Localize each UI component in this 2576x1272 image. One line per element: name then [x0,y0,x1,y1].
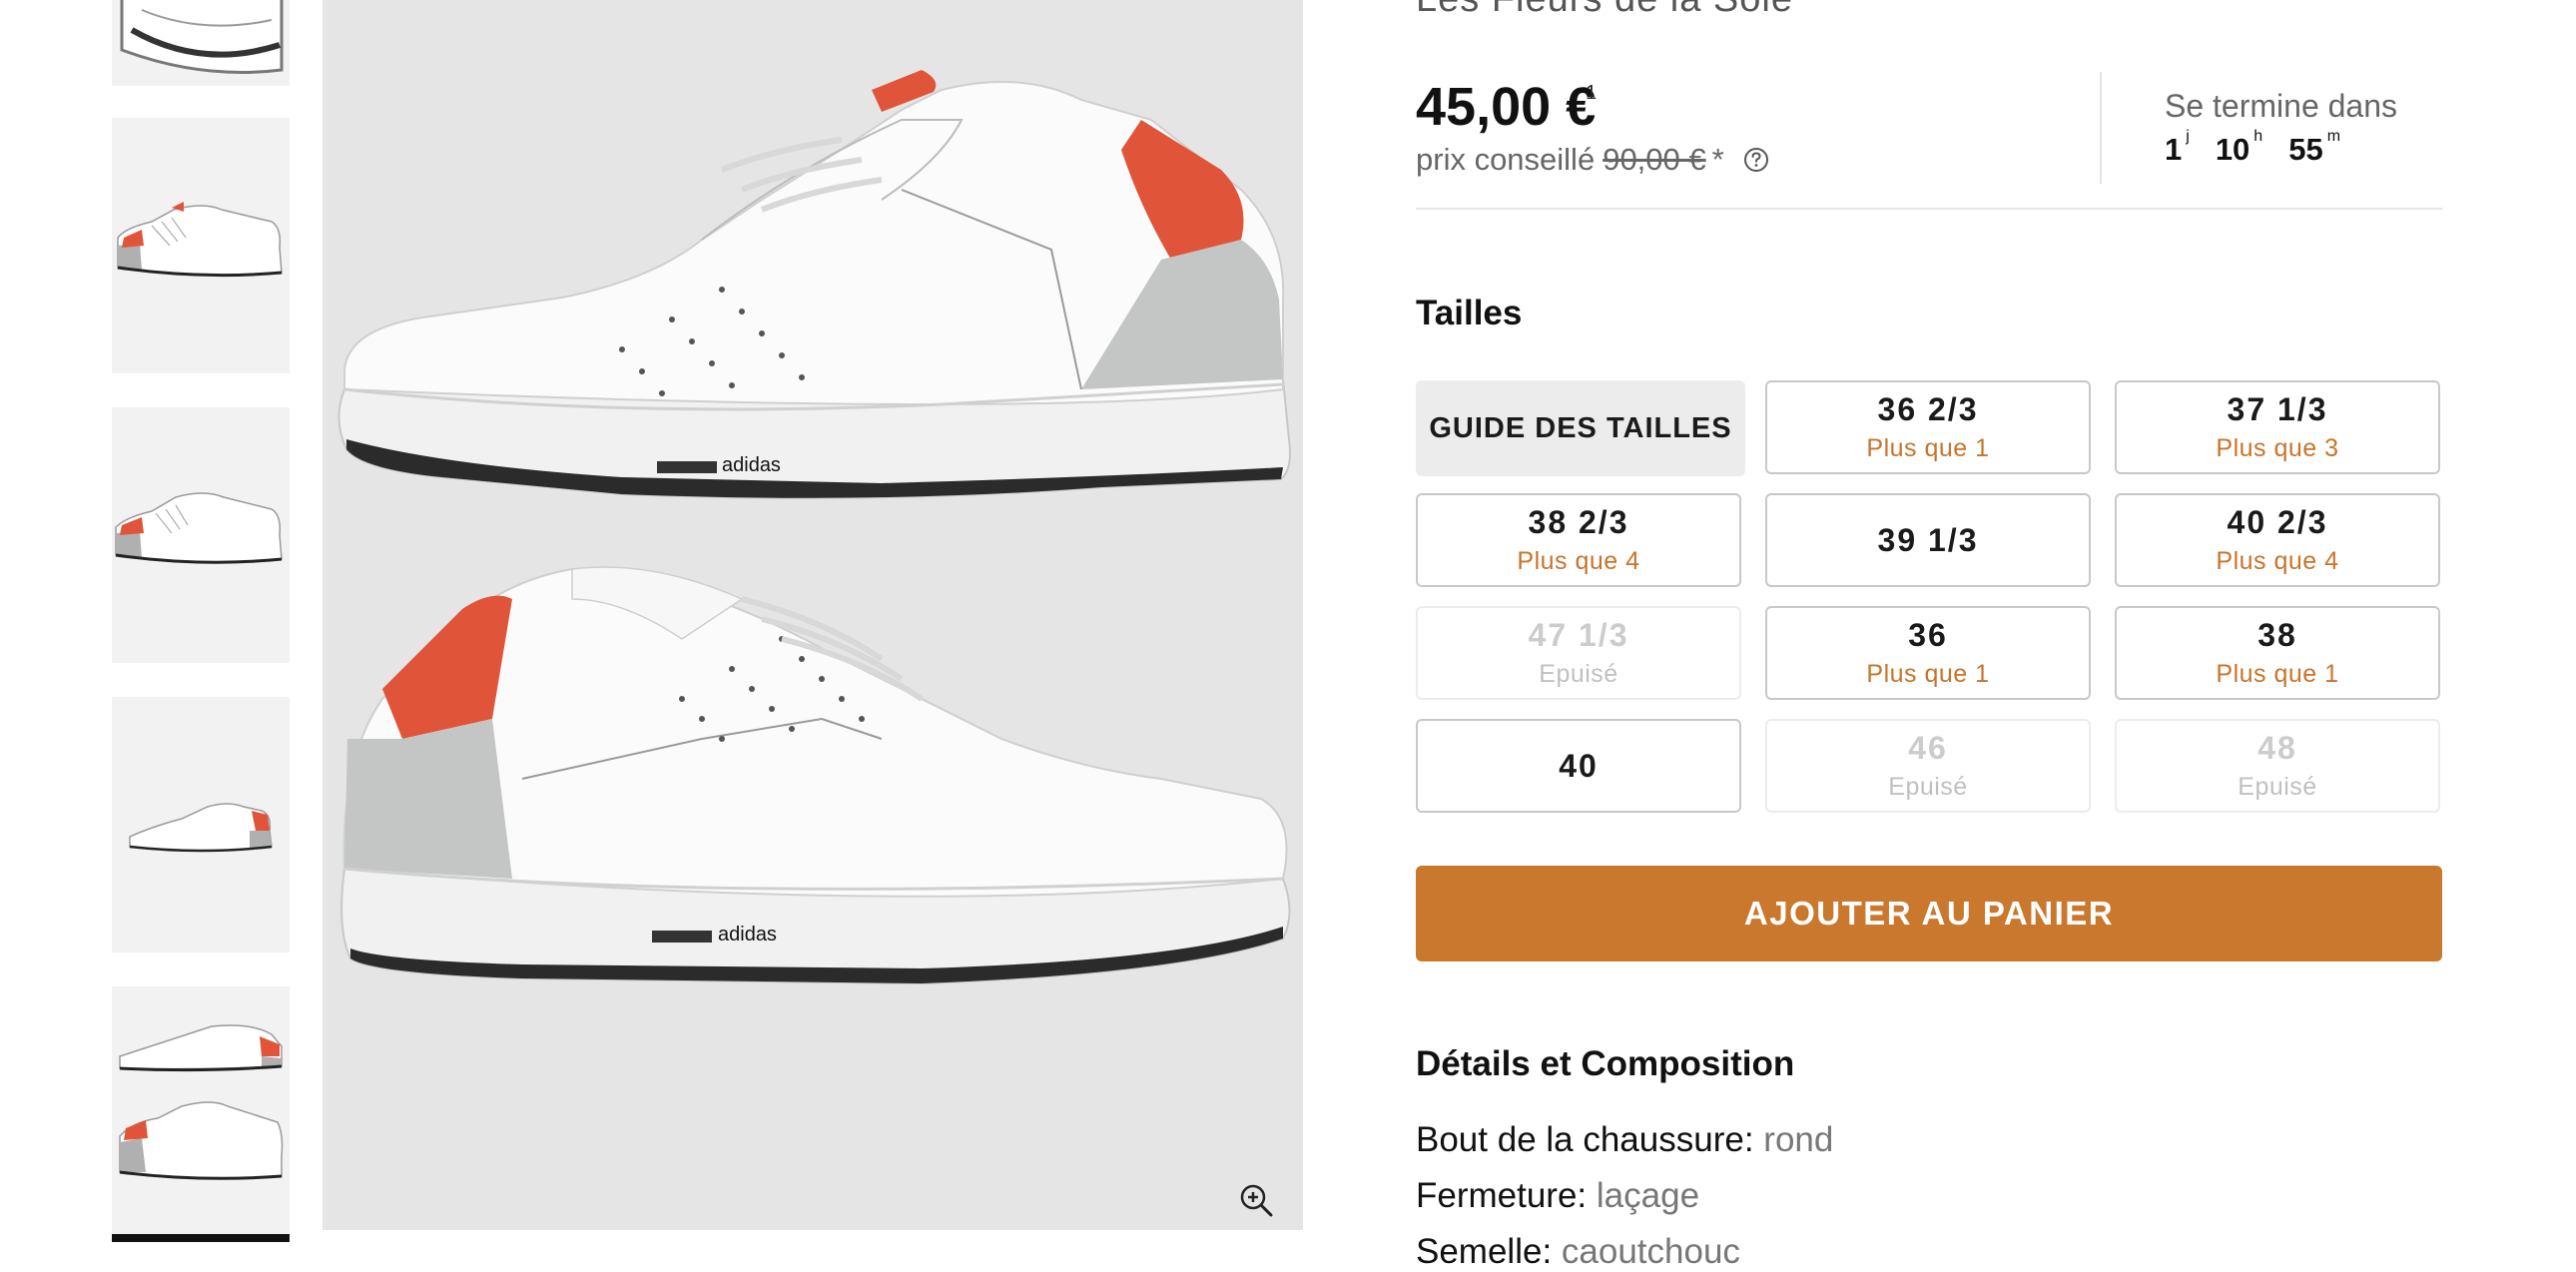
sneaker-thumbnail-image [112,697,290,953]
current-price: 45,00 € [1416,77,1597,137]
price-footnote: 1 [1586,82,1598,104]
brand-logo-text: adidas [722,454,781,476]
sneaker-thumbnail-image [112,407,290,663]
sneaker-thumbnail-image [112,118,290,373]
rrp-value: 90,00 € [1603,142,1706,177]
size-option[interactable]: 40 2/3 Plus que 4 [2115,493,2440,587]
sold-out-status: Epuisé [2238,773,2317,801]
sizes-title: Tailles [1416,294,1523,332]
size-option[interactable]: 36 2/3 Plus que 1 [1765,380,2091,474]
add-to-cart-button[interactable]: AJOUTER AU PANIER [1416,866,2442,961]
size-option: 47 1/3 Epuisé [1416,606,1741,700]
countdown-hours: 10 h [2215,128,2262,168]
zoom-button[interactable] [1234,1178,1278,1222]
countdown-timer: 1j 10 h 55 m [2165,128,2366,168]
detail-row-sole: Semelle: caoutchouc [1416,1232,1740,1272]
detail-row-toe: Bout de la chaussure: rond [1416,1120,1833,1160]
stock-status: Plus que 4 [2216,547,2339,575]
size-label: 38 2/3 [1528,504,1629,540]
size-label: 40 [1559,747,1599,784]
stock-status: Plus que 1 [2216,660,2339,688]
rrp-asterisk: * [1711,142,1724,177]
size-option[interactable]: 36 Plus que 1 [1765,606,2091,700]
size-label: 40 2/3 [2227,504,2328,540]
gallery-thumbnail-4[interactable] [112,697,290,953]
size-label: 47 1/3 [1528,617,1629,653]
recommended-price: prix conseillé 90,00 € * [1416,142,1770,178]
detail-label: Semelle: [1416,1232,1553,1271]
rrp-label: prix conseillé [1416,142,1596,177]
vertical-divider [2100,72,2102,184]
countdown-days: 1j [2165,128,2190,168]
details-title: Détails et Composition [1416,1044,1795,1083]
detail-label: Bout de la chaussure: [1416,1120,1754,1159]
size-option[interactable]: 40 [1416,719,1741,813]
size-label: 37 1/3 [2227,391,2328,427]
size-option[interactable]: 37 1/3 Plus que 3 [2115,380,2440,474]
detail-label: Fermeture: [1416,1176,1588,1215]
size-label: 36 [1908,617,1948,653]
main-product-image[interactable]: adidas adidas [322,0,1303,1230]
days-value: 1 [2165,132,2183,167]
size-label: 39 1/3 [1877,521,1979,558]
countdown-label: Se termine dans [2165,88,2398,124]
sneaker-pair-illustration: adidas adidas [322,0,1303,1230]
stock-status: Plus que 1 [1866,660,1990,688]
size-label: 38 [2257,617,2297,653]
zoom-in-icon [1240,1184,1273,1217]
stock-status: Plus que 4 [1517,547,1640,575]
product-title-cut: Les Fleurs de la Sole [1416,0,1793,21]
stock-status: Plus que 1 [1866,434,1990,462]
stock-status: Plus que 3 [2216,434,2339,462]
gallery-thumbnail-5[interactable] [112,986,290,1242]
hours-unit: h [2254,128,2263,145]
gallery-thumbnail-1[interactable] [112,0,290,86]
countdown-minutes: 55 m [2288,128,2340,168]
detail-row-closure: Fermeture: laçage [1416,1176,1699,1216]
size-label: 36 2/3 [1877,391,1979,427]
minutes-value: 55 [2288,132,2323,167]
size-option: 48 Epuisé [2115,719,2440,813]
size-label: 48 [2257,730,2297,766]
size-option[interactable]: 38 2/3 Plus que 4 [1416,493,1741,587]
horizontal-divider [1416,208,2442,210]
size-guide-button[interactable]: GUIDE DES TAILLES [1416,380,1745,476]
gallery-thumbnail-2[interactable] [112,118,290,373]
size-option[interactable]: 38 Plus que 1 [2115,606,2440,700]
detail-value: caoutchouc [1561,1232,1740,1271]
days-unit: j [2186,128,2190,145]
gallery-thumbnail-3[interactable] [112,407,290,663]
sold-out-status: Epuisé [1888,773,1968,801]
question-circle-icon[interactable] [1742,146,1770,174]
size-option[interactable]: 39 1/3 [1765,493,2091,587]
brand-logo-text: adidas [718,924,777,946]
sold-out-status: Epuisé [1539,660,1618,688]
size-option: 46 Epuisé [1765,719,2091,813]
sneaker-thumbnail-image [112,0,290,86]
minutes-unit: m [2326,128,2341,145]
sneaker-thumbnail-image [112,986,290,1242]
detail-value: rond [1763,1120,1834,1159]
detail-value: laçage [1596,1176,1700,1215]
size-label: 46 [1908,730,1948,766]
hours-value: 10 [2215,132,2251,167]
